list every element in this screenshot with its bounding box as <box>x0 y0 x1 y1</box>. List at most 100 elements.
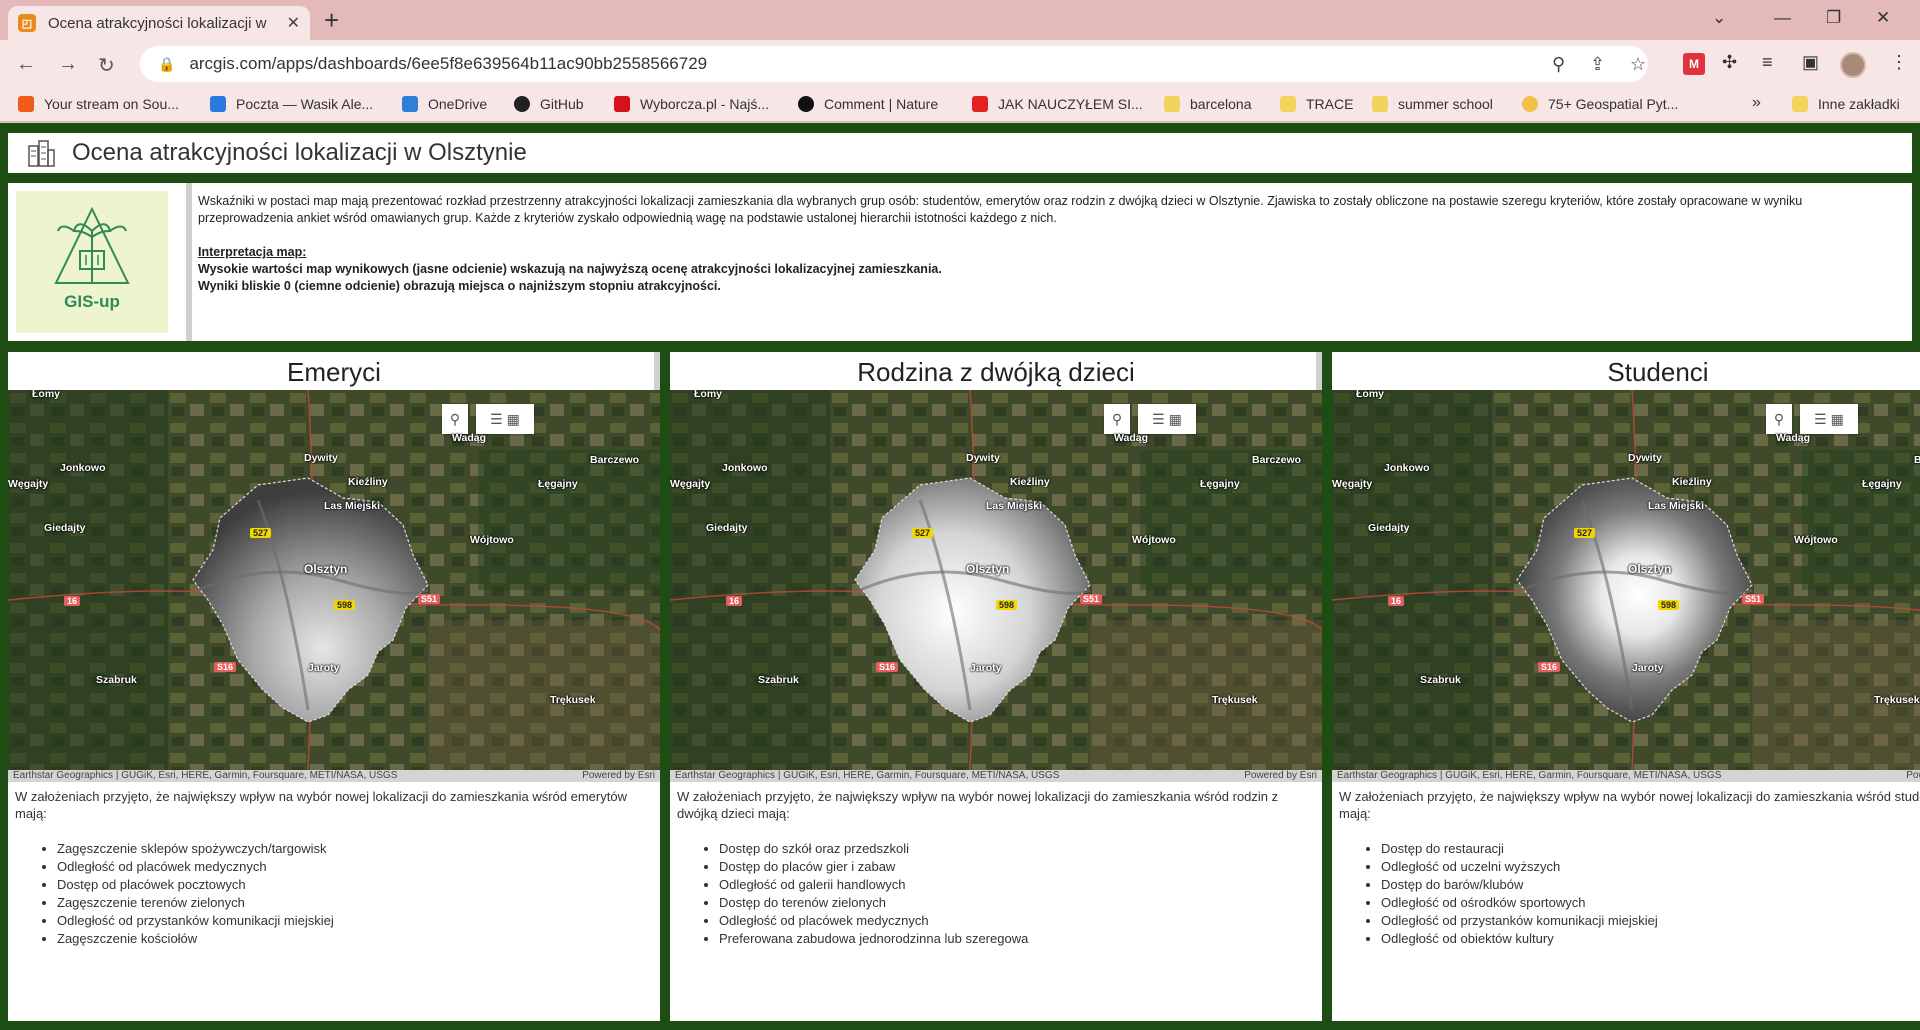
bookmark-item[interactable]: Your stream on Sou... <box>18 96 179 112</box>
tab-search-icon[interactable]: ⌄ <box>1712 8 1726 28</box>
new-tab-button[interactable]: + <box>324 6 339 34</box>
extension-red-icon[interactable]: M <box>1683 53 1705 75</box>
map-legend-layers-icon[interactable]: ☰ ▦ <box>476 404 534 434</box>
info-text: Wskaźniki w postaci map mają prezentować… <box>198 193 1898 295</box>
map-place-label: Jaroty <box>308 662 340 674</box>
dashboard-header: Ocena atrakcyjności lokalizacji w Olszty… <box>8 133 1912 173</box>
map-place-label: Trękusek <box>1212 694 1258 706</box>
tab-close-icon[interactable]: ✕ <box>287 13 300 33</box>
side-panel-icon[interactable]: ▣ <box>1802 52 1819 73</box>
road-shield: 598 <box>996 600 1018 610</box>
extensions-puzzle-icon[interactable]: ✣ <box>1722 52 1737 73</box>
zoom-icon[interactable]: ⚲ <box>1552 54 1565 75</box>
onedrive-icon <box>402 96 418 112</box>
maximize-icon[interactable]: ❐ <box>1826 8 1841 28</box>
road-shield: 16 <box>64 596 81 606</box>
soundcloud-icon <box>18 96 34 112</box>
browser-toolbar: ← → ↻ 🔒 arcgis.com/apps/dashboards/6ee5f… <box>0 40 1920 90</box>
map-place-label: Jaroty <box>1632 662 1664 674</box>
browser-menu-icon[interactable]: ⋮ <box>1890 52 1908 73</box>
reload-icon[interactable]: ↻ <box>98 53 115 78</box>
panel-scrollbar[interactable] <box>654 352 660 390</box>
map-place-label: Olsztyn <box>1628 562 1672 576</box>
map-place-label: Las Miejski <box>1648 500 1705 512</box>
map-panel: Rodzina z dwójką dzieci ⚲ ☰ ▦ Łomy Jonko… <box>670 352 1322 1021</box>
dashboard: Ocena atrakcyjności lokalizacji w Olszty… <box>0 123 1920 1030</box>
bookmark-item[interactable]: Wyborcza.pl - Najś... <box>614 96 769 112</box>
criteria-item: Odległość od obiektów kultury <box>1381 930 1920 948</box>
lock-icon[interactable]: 🔒 <box>158 56 175 73</box>
minimize-icon[interactable]: — <box>1774 8 1791 28</box>
bookmark-item[interactable]: OneDrive <box>402 96 487 112</box>
microsoft-icon <box>210 96 226 112</box>
powered-by-esri[interactable]: Powered by Esri <box>1244 770 1317 782</box>
map-place-label: Barczewo <box>590 454 640 466</box>
address-bar[interactable]: 🔒 arcgis.com/apps/dashboards/6ee5f8e6395… <box>140 46 1648 82</box>
road-shield: S51 <box>418 594 441 604</box>
map-legend-layers-icon[interactable]: ☰ ▦ <box>1138 404 1196 434</box>
share-icon[interactable]: ⇪ <box>1590 54 1605 75</box>
bookmark-item[interactable]: GitHub <box>514 96 584 112</box>
powered-by-esri[interactable]: Powered by Esri <box>1906 770 1920 782</box>
interpretation-heading: Interpretacja map: <box>198 245 307 259</box>
forward-arrow-icon[interactable]: → <box>58 53 78 76</box>
map-place-label: Kieźliny <box>1672 476 1712 488</box>
bookmark-item[interactable]: Comment | Nature <box>798 96 938 112</box>
criteria-list: Zagęszczenie sklepów spożywczych/targowi… <box>15 840 651 948</box>
dashboard-title: Ocena atrakcyjności lokalizacji w Olszty… <box>72 139 527 166</box>
bookmark-folder[interactable]: barcelona <box>1164 96 1252 112</box>
map-place-label: Węgajty <box>8 478 49 490</box>
criteria-item: Zagęszczenie terenów zielonych <box>57 894 651 912</box>
browser-tab[interactable]: ◰ Ocena atrakcyjności lokalizacji w ✕ <box>8 6 310 40</box>
map-place-label: Olsztyn <box>966 562 1010 576</box>
map-place-label: Kieźliny <box>1010 476 1050 488</box>
powered-by-esri[interactable]: Powered by Esri <box>582 770 655 782</box>
bookmark-item[interactable]: Poczta — Wasik Ale... <box>210 96 373 112</box>
bookmark-star-icon[interactable]: ☆ <box>1630 54 1646 75</box>
map-imagery <box>1332 390 1920 770</box>
road-shield: S51 <box>1080 594 1103 604</box>
media-control-icon[interactable]: ≡ <box>1762 52 1773 73</box>
map-place-label: Trękusek <box>550 694 596 706</box>
criteria-item: Odległość od placówek medycznych <box>57 858 651 876</box>
hand-icon <box>1522 96 1538 112</box>
criteria-item: Odległość od przystanków komunikacji mie… <box>57 912 651 930</box>
map-place-label: Dywity <box>966 452 1000 464</box>
map-place-label: Las Miejski <box>986 500 1043 512</box>
bookmarks-overflow-button[interactable]: » <box>1752 94 1761 112</box>
map-search-icon[interactable]: ⚲ <box>442 404 468 434</box>
bookmark-folder[interactable]: summer school <box>1372 96 1493 112</box>
map-attribution: Earthstar Geographics | GUGiK, Esri, HER… <box>8 770 660 782</box>
criteria-intro: W założeniach przyjęto, że największy wp… <box>677 789 1279 821</box>
attribution-text: Earthstar Geographics | GUGiK, Esri, HER… <box>13 770 398 781</box>
other-bookmarks-folder[interactable]: Inne zakładki <box>1792 96 1900 112</box>
bookmark-folder[interactable]: TRACE <box>1280 96 1353 112</box>
window-close-icon[interactable]: ✕ <box>1876 8 1890 28</box>
map-legend-layers-icon[interactable]: ☰ ▦ <box>1800 404 1858 434</box>
info-scrollbar[interactable] <box>186 183 192 341</box>
folder-icon <box>1372 96 1388 112</box>
back-arrow-icon[interactable]: ← <box>16 53 36 76</box>
folder-icon <box>1280 96 1296 112</box>
map-panel: Emeryci ⚲ ☰ ▦ Łomy Jonkowo Węgajty Gieda… <box>8 352 660 1021</box>
criteria-list: Dostęp do szkół oraz przedszkoliDostęp d… <box>677 840 1313 948</box>
gis-up-logo: GIS-up <box>16 191 168 333</box>
road-shield: 598 <box>1658 600 1680 610</box>
bookmark-item[interactable]: JAK NAUCZYŁEM SI... <box>972 96 1143 112</box>
attribution-text: Earthstar Geographics | GUGiK, Esri, HER… <box>1337 770 1722 781</box>
map-place-label: Wadąg <box>1776 432 1811 444</box>
profile-avatar[interactable] <box>1840 52 1866 78</box>
map-search-icon[interactable]: ⚲ <box>1766 404 1792 434</box>
url-text[interactable]: arcgis.com/apps/dashboards/6ee5f8e639564… <box>189 54 707 74</box>
map-place-label: Węgajty <box>1332 478 1373 490</box>
map-place-label: Łomy <box>694 390 723 400</box>
map-search-icon[interactable]: ⚲ <box>1104 404 1130 434</box>
map-view[interactable]: ⚲ ☰ ▦ Łomy Jonkowo Węgajty Giedajty Dywi… <box>1332 390 1920 770</box>
map-panel: Studenci ⚲ ☰ ▦ Łomy Jonkowo Węgajty Gied… <box>1332 352 1920 1021</box>
map-view[interactable]: ⚲ ☰ ▦ Łomy Jonkowo Węgajty Giedajty Dywi… <box>670 390 1322 770</box>
panel-scrollbar[interactable] <box>1316 352 1322 390</box>
bookmark-item[interactable]: 75+ Geospatial Pyt... <box>1522 96 1678 112</box>
criteria-item: Odległość od przystanków komunikacji mie… <box>1381 912 1920 930</box>
map-view[interactable]: ⚲ ☰ ▦ Łomy Jonkowo Węgajty Giedajty Dywi… <box>8 390 660 770</box>
panel-title: Rodzina z dwójką dzieci <box>857 357 1135 387</box>
